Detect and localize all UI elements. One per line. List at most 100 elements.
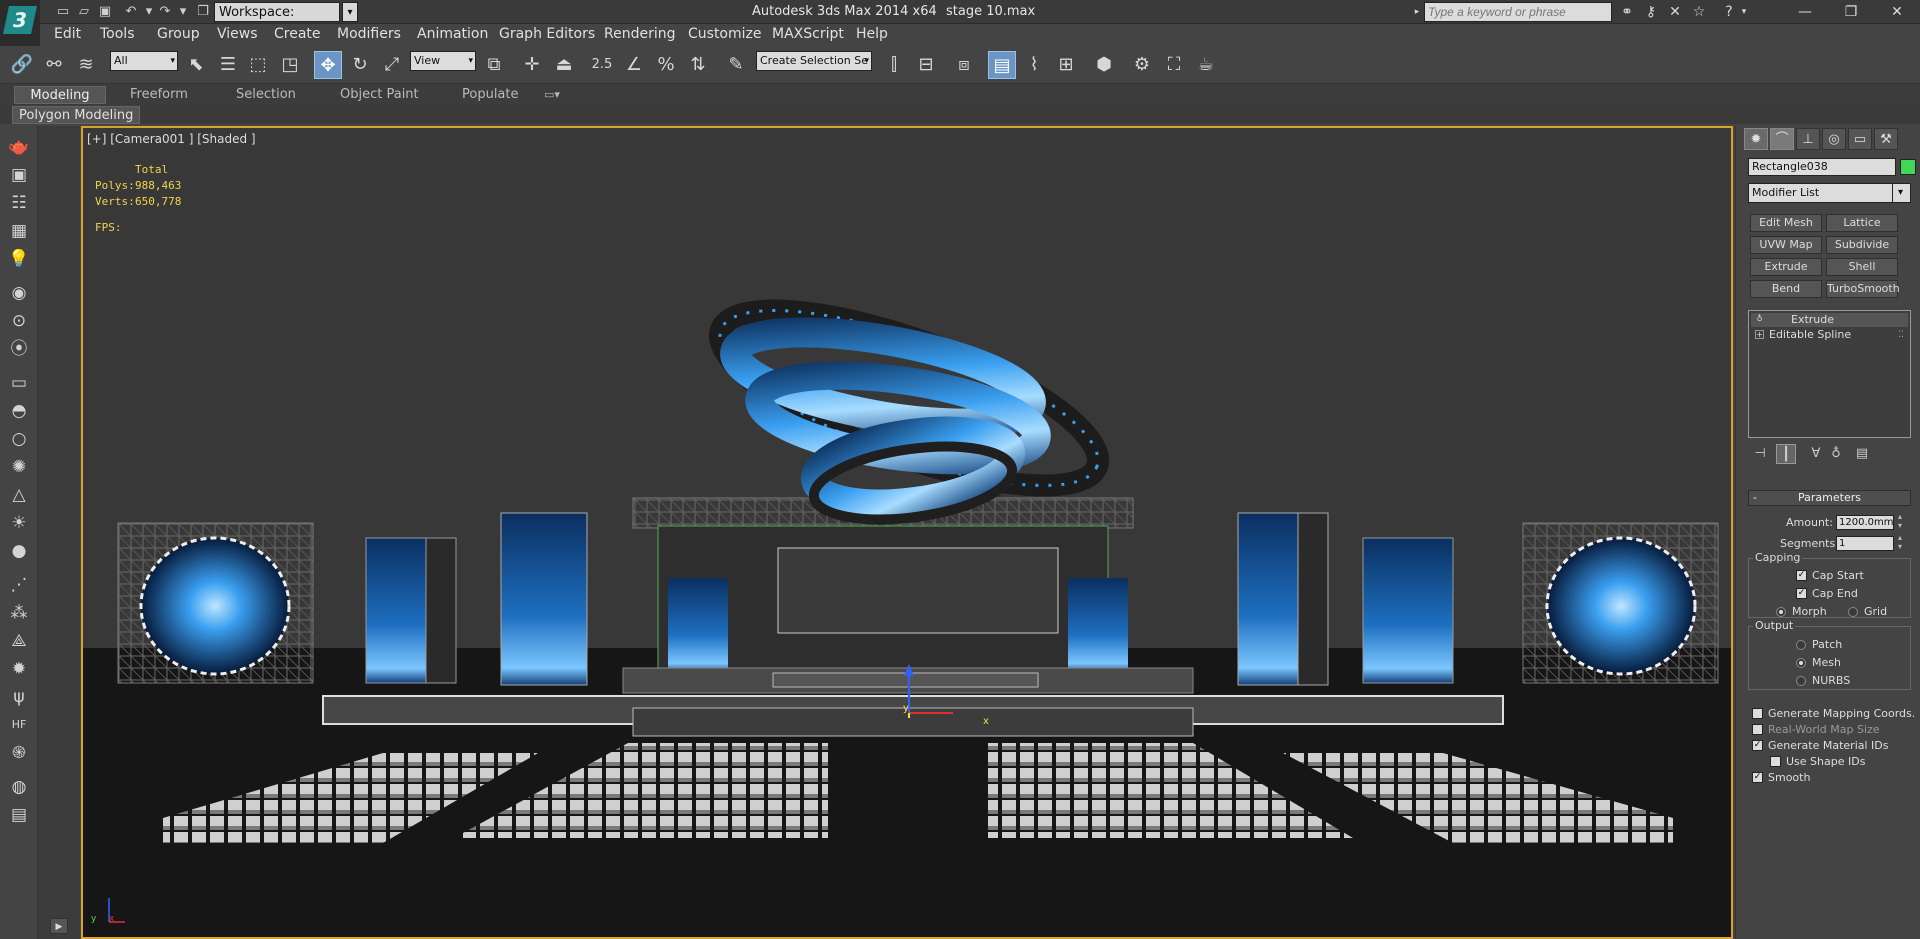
shell-icon[interactable]: ֍ — [5, 740, 33, 766]
mesh-radio[interactable] — [1796, 658, 1806, 668]
hair-fur-icon[interactable]: HF — [5, 712, 33, 738]
play-expand-icon[interactable]: ▶ — [50, 918, 68, 934]
real-world-map-checkbox[interactable] — [1752, 724, 1763, 735]
material-editor-icon[interactable]: ⬢ — [1090, 51, 1118, 79]
edit-named-selection-icon[interactable]: ✎ — [722, 51, 750, 79]
list-icon[interactable]: ▦ — [5, 218, 33, 244]
segments-spinner[interactable]: 1 — [1836, 536, 1894, 551]
rendered-frame-window-icon[interactable]: ⛶ — [1160, 51, 1188, 79]
tools-icon[interactable]: ✕ — [1664, 2, 1686, 22]
configure-sets-icon[interactable]: ▤ — [1852, 444, 1872, 464]
remove-modifier-icon[interactable]: ♁ — [1826, 444, 1846, 464]
select-manipulate-icon[interactable]: ✛ — [518, 51, 546, 79]
nurbs-radio[interactable] — [1796, 676, 1806, 686]
ribbon-tab-object-paint[interactable]: Object Paint — [332, 86, 427, 104]
subdivide-button[interactable]: Subdivide — [1826, 236, 1898, 254]
layer-manager-icon[interactable]: ⧈ — [950, 51, 978, 79]
scene-explorer-icon[interactable]: ☷ — [5, 190, 33, 216]
cap-end-checkbox[interactable]: ✓ — [1796, 588, 1807, 599]
reference-coordinate-dropdown[interactable]: View ▾ — [410, 51, 476, 71]
menu-animation[interactable]: Animation — [417, 26, 488, 42]
select-object-icon[interactable]: ⬉ — [182, 51, 210, 79]
modify-tab-icon[interactable]: ⌒ — [1770, 128, 1794, 150]
ribbon-tab-populate[interactable]: Populate — [454, 86, 527, 104]
ball-icon[interactable]: ● — [5, 538, 33, 564]
amount-spinner-arrows-icon[interactable]: ▴ ▾ — [1898, 512, 1902, 530]
key-icon[interactable]: ⚷ — [1640, 2, 1662, 22]
sphere-render-icon[interactable]: ◍ — [5, 774, 33, 800]
ribbon-tab-modeling[interactable]: Modeling — [14, 86, 106, 104]
menu-maxscript[interactable]: MAXScript — [772, 26, 844, 42]
viewport-label[interactable]: [+] [Camera001 ] [Shaded ] — [87, 132, 256, 146]
ribbon-options-icon[interactable]: ▭▾ — [536, 86, 568, 104]
patch-radio[interactable] — [1796, 640, 1806, 650]
cap-start-checkbox[interactable]: ✓ — [1796, 570, 1807, 581]
menu-views[interactable]: Views — [217, 26, 258, 42]
mirror-icon[interactable]: ⫿ — [880, 51, 908, 79]
named-selection-set-dropdown[interactable]: Create Selection Se ▾ — [756, 51, 872, 71]
camera-target-icon[interactable]: ⊙ — [5, 308, 33, 334]
display-tab-icon[interactable]: ▭ — [1848, 128, 1872, 150]
grid-radio[interactable] — [1848, 607, 1858, 617]
spinner-snap-icon[interactable]: ⇅ — [684, 51, 712, 79]
motion-tab-icon[interactable]: ◎ — [1822, 128, 1846, 150]
lightbulb-icon[interactable]: ♁ — [1755, 315, 1764, 324]
app-logo[interactable]: 3 — [0, 0, 40, 48]
uvw-map-button[interactable]: UVW Map — [1750, 236, 1822, 254]
bone-icon[interactable]: ⟁ — [5, 628, 33, 654]
star-icon[interactable]: ☆ — [1688, 2, 1710, 22]
lattice-button[interactable]: Lattice — [1826, 214, 1898, 232]
minimize-icon[interactable]: — — [1782, 0, 1828, 24]
pin-stack-icon[interactable]: ⊣ — [1750, 444, 1770, 464]
snap-toggle[interactable]: 2.5 — [588, 51, 616, 79]
menu-help[interactable]: Help — [856, 26, 888, 42]
polygon-modeling-panel[interactable]: Polygon Modeling — [12, 106, 141, 124]
light-icon[interactable]: 💡 — [5, 246, 33, 272]
create-tab-icon[interactable]: ✹ — [1744, 128, 1768, 150]
morph-radio[interactable] — [1776, 607, 1786, 617]
binoculars-icon[interactable]: ⚭ — [1616, 2, 1638, 22]
window-crossing-icon[interactable]: ◳ — [276, 51, 304, 79]
segments-spinner-arrows-icon[interactable]: ▴ ▾ — [1898, 533, 1902, 551]
restore-icon[interactable]: ❐ — [1828, 0, 1874, 24]
use-shape-ids-checkbox[interactable] — [1770, 756, 1781, 767]
align-icon[interactable]: ⊟ — [912, 51, 940, 79]
generate-material-ids-checkbox[interactable]: ✓ — [1752, 740, 1763, 751]
curve-editor-icon[interactable]: ⌇ — [1020, 51, 1048, 79]
keyboard-shortcut-override-icon[interactable]: ⏏ — [550, 51, 578, 79]
ribbon-tab-selection[interactable]: Selection — [228, 86, 304, 104]
particles-icon[interactable]: ⁂ — [5, 600, 33, 626]
render-camera-icon[interactable]: ⦿ — [5, 336, 33, 362]
workspace-dropdown[interactable]: Workspace: Default — [214, 2, 340, 40]
grid-icon[interactable]: ⋰ — [5, 572, 33, 598]
menu-edit[interactable]: Edit — [54, 26, 81, 42]
extrude-button[interactable]: Extrude — [1750, 258, 1822, 276]
expand-plus-icon[interactable]: + — [1755, 330, 1764, 339]
pivot-center-icon[interactable]: ⧉ — [480, 51, 508, 79]
utilities-tab-icon[interactable]: ⚒ — [1874, 128, 1898, 150]
smooth-checkbox[interactable]: ✓ — [1752, 772, 1763, 783]
menu-tools[interactable]: Tools — [100, 26, 135, 42]
amount-spinner[interactable]: 1200.0mm — [1836, 515, 1894, 530]
object-color-swatch[interactable] — [1900, 159, 1916, 175]
turbosmooth-button[interactable]: TurboSmooth — [1826, 280, 1900, 298]
selection-filter-dropdown[interactable]: All ▾ — [110, 51, 178, 71]
save-file-icon[interactable]: ▣ — [96, 3, 114, 20]
generate-mapping-checkbox[interactable] — [1752, 708, 1763, 719]
select-by-name-icon[interactable]: ☰ — [214, 51, 242, 79]
open-file-icon[interactable]: ▱ — [75, 3, 93, 20]
new-file-icon[interactable]: ▭ — [54, 3, 72, 20]
select-and-rotate-icon[interactable]: ↻ — [346, 51, 374, 79]
stack-item-editable-spline[interactable]: + Editable Spline ⁚⁚ — [1751, 328, 1908, 342]
menu-graph-editors[interactable]: Graph Editors — [499, 26, 595, 42]
teapot-icon[interactable]: 🫖 — [5, 134, 33, 160]
object-name-field[interactable]: Rectangle038 — [1748, 158, 1896, 176]
menu-modifiers[interactable]: Modifiers — [337, 26, 401, 42]
render-setup-icon[interactable]: ⚙ — [1128, 51, 1156, 79]
project-folder-icon[interactable]: ❐ — [194, 3, 212, 20]
menu-customize[interactable]: Customize — [688, 26, 762, 42]
link-icon[interactable]: 🔗 — [8, 51, 36, 79]
rectangular-selection-icon[interactable]: ⬚ — [244, 51, 272, 79]
menu-group[interactable]: Group — [157, 26, 200, 42]
spotlight-icon[interactable]: △ — [5, 482, 33, 508]
